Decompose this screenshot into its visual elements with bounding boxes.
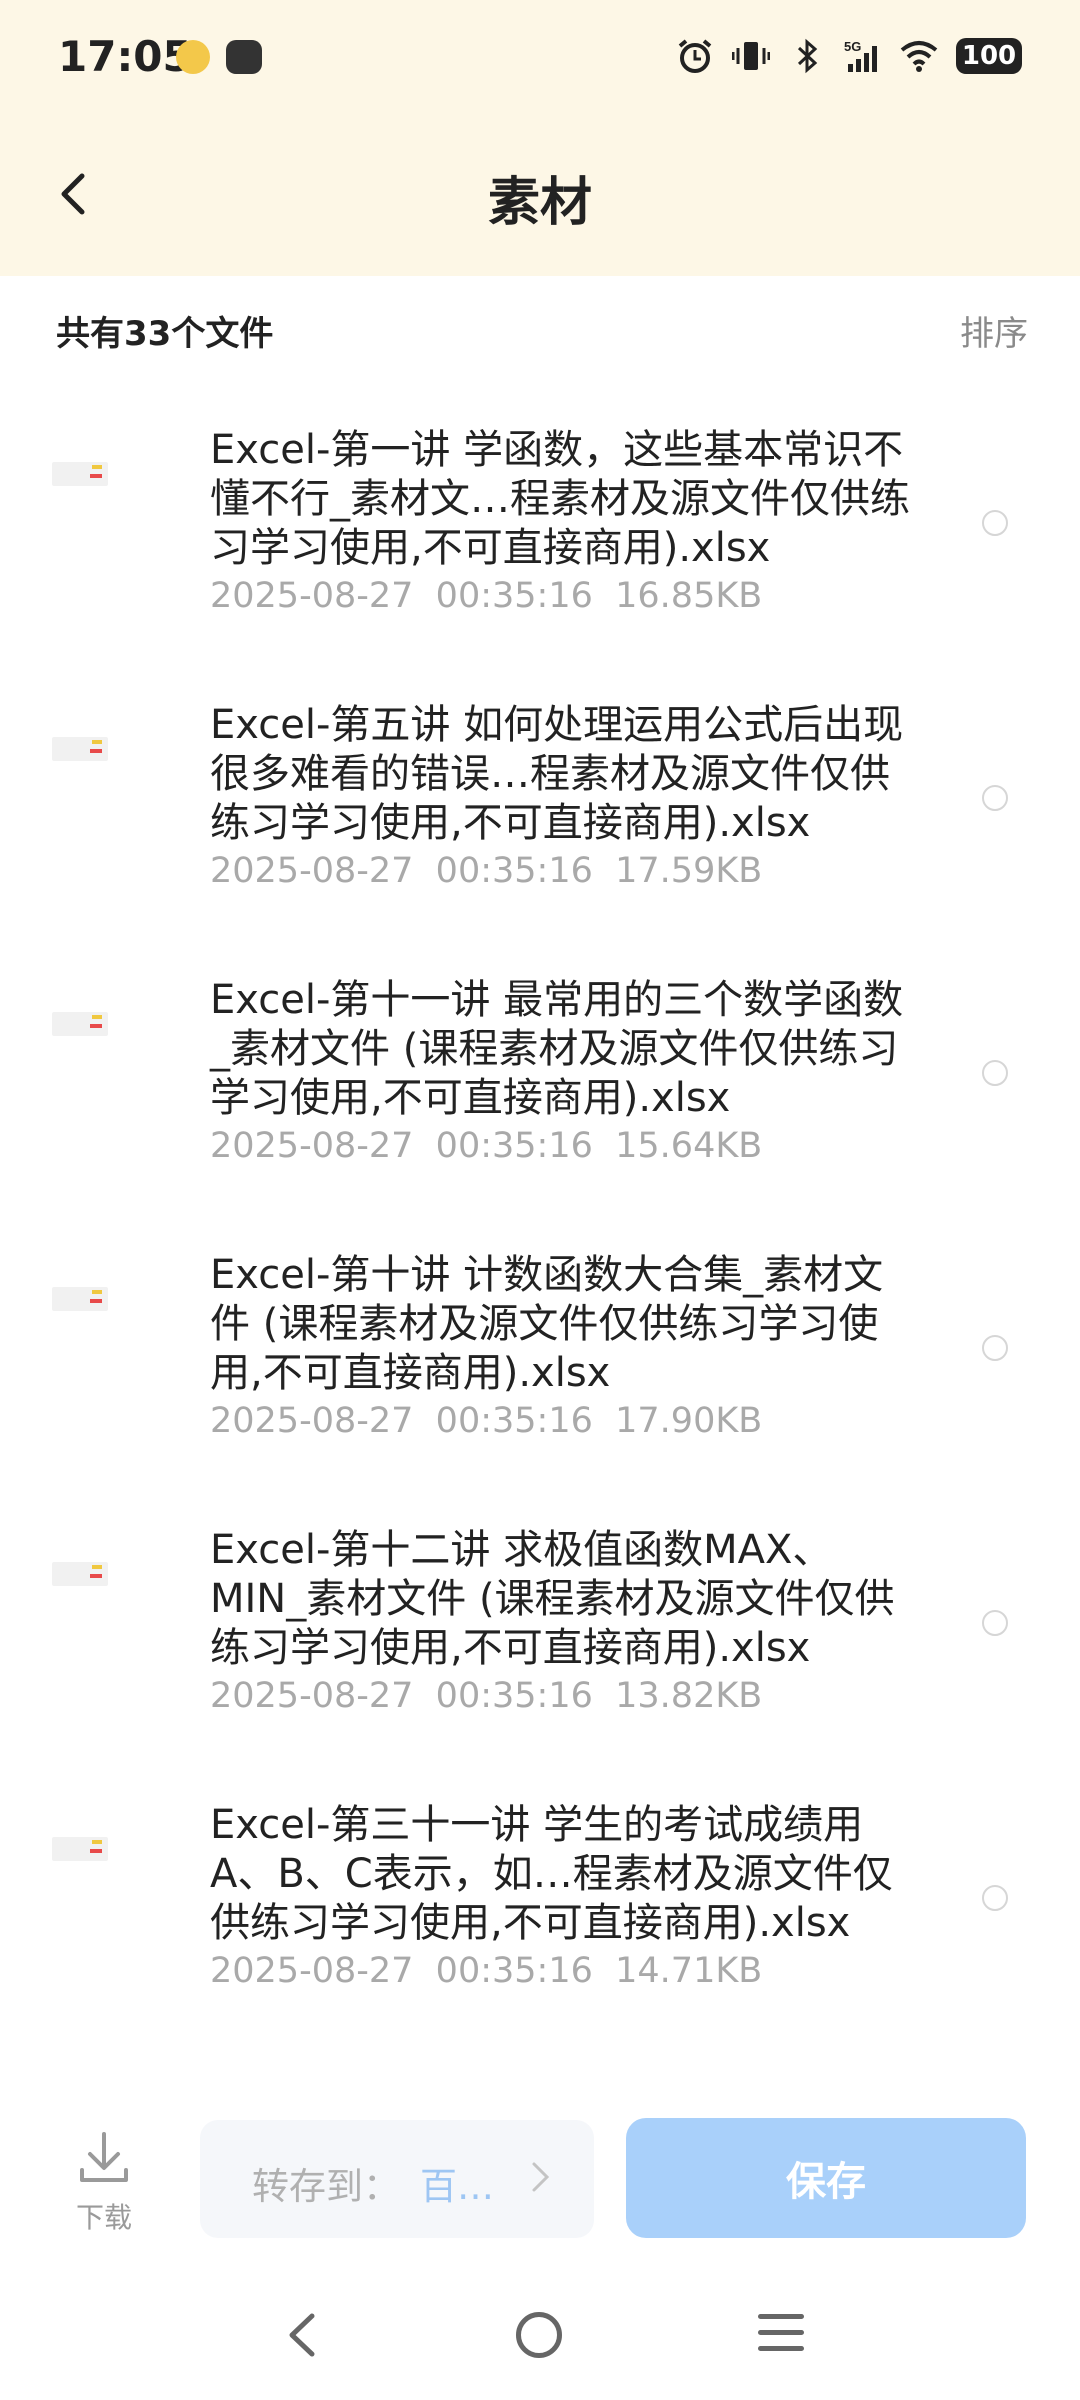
bluetooth-icon: [797, 38, 818, 74]
file-thumbnail: [52, 1287, 108, 1311]
alarm-icon: [678, 39, 712, 73]
wifi-icon: [900, 41, 938, 72]
app-header: 素材: [0, 120, 1080, 276]
system-nav-bar: [0, 2270, 1080, 2400]
file-item[interactable]: Excel-第三十一讲 学生的考试成绩用A、B、C表示，如…程素材及源文件仅供练…: [0, 1775, 1080, 2050]
file-size: 17.59KB: [615, 851, 763, 891]
bottom-action-bar: 下载 转存到： 百… 保存: [0, 2100, 1080, 2250]
download-button[interactable]: 下载: [64, 2128, 144, 2236]
transfer-to-selector[interactable]: 转存到： 百…: [200, 2120, 594, 2238]
status-time: 17:05: [58, 32, 192, 81]
file-size: 15.64KB: [615, 1126, 763, 1166]
file-size: 14.71KB: [615, 1951, 763, 1991]
select-radio[interactable]: [982, 1610, 1008, 1636]
file-meta: 2025-08-27 00:35:16 15.64KB: [210, 1126, 762, 1166]
save-button[interactable]: 保存: [626, 2118, 1026, 2238]
file-item[interactable]: Excel-第五讲 如何处理运用公式后出现很多难看的错误…程素材及源文件仅供练习…: [0, 675, 1080, 950]
nav-menu-icon[interactable]: [758, 2314, 804, 2352]
file-date: 2025-08-27: [210, 1676, 414, 1716]
nav-back-icon[interactable]: [282, 2310, 322, 2360]
download-label: 下载: [75, 2201, 132, 2234]
file-time: 00:35:16: [435, 1676, 593, 1716]
file-time: 00:35:16: [435, 576, 593, 616]
chevron-right-icon: [532, 2162, 550, 2192]
file-time: 00:35:16: [435, 851, 593, 891]
status-icons: 5G 100: [676, 34, 1022, 78]
select-radio[interactable]: [982, 510, 1008, 536]
select-radio[interactable]: [982, 785, 1008, 811]
svg-text:5G: 5G: [844, 39, 861, 54]
signal-5g-icon: 5G: [844, 39, 877, 72]
file-item[interactable]: Excel-第一讲 学函数，这些基本常识不懂不行_素材文…程素材及源文件仅供练习…: [0, 400, 1080, 675]
file-thumbnail: [52, 1012, 108, 1036]
file-meta: 2025-08-27 00:35:16 16.85KB: [210, 576, 762, 616]
file-name: Excel-第十一讲 最常用的三个数学函数_素材文件 (课程素材及源文件仅供练习…: [210, 977, 904, 1121]
app-notification-icon: [226, 40, 262, 74]
page-title: 素材: [487, 173, 592, 233]
file-date: 2025-08-27: [210, 1401, 414, 1441]
file-item[interactable]: Excel-第十一讲 最常用的三个数学函数_素材文件 (课程素材及源文件仅供练习…: [0, 950, 1080, 1225]
file-name: Excel-第五讲 如何处理运用公式后出现很多难看的错误…程素材及源文件仅供练习…: [210, 702, 904, 846]
transfer-label: 转存到：: [252, 2165, 400, 2208]
file-name: Excel-第一讲 学函数，这些基本常识不懂不行_素材文…程素材及源文件仅供练习…: [210, 427, 910, 571]
file-date: 2025-08-27: [210, 851, 414, 891]
file-size: 13.82KB: [615, 1676, 763, 1716]
battery-indicator: 100: [956, 38, 1022, 74]
file-meta: 2025-08-27 00:35:16 17.59KB: [210, 851, 762, 891]
sort-button[interactable]: 排序: [960, 306, 1028, 355]
file-name: Excel-第十二讲 求极值函数MAX、MIN_素材文件 (课程素材及源文件仅供…: [210, 1527, 895, 1671]
file-size: 16.85KB: [615, 576, 763, 616]
file-thumbnail: [52, 1562, 108, 1586]
file-size: 17.90KB: [615, 1401, 763, 1441]
file-meta: 2025-08-27 00:35:16 17.90KB: [210, 1401, 762, 1441]
file-time: 00:35:16: [435, 1951, 593, 1991]
file-item[interactable]: Excel-第十二讲 求极值函数MAX、MIN_素材文件 (课程素材及源文件仅供…: [0, 1500, 1080, 1775]
nav-home-icon[interactable]: [516, 2312, 562, 2358]
file-name: Excel-第三十一讲 学生的考试成绩用A、B、C表示，如…程素材及源文件仅供练…: [210, 1802, 893, 1946]
file-meta: 2025-08-27 00:35:16 13.82KB: [210, 1676, 762, 1716]
select-radio[interactable]: [982, 1885, 1008, 1911]
file-date: 2025-08-27: [210, 1951, 414, 1991]
file-meta: 2025-08-27 00:35:16 14.71KB: [210, 1951, 762, 1991]
file-date: 2025-08-27: [210, 1126, 414, 1166]
file-count: 共有33个文件: [56, 314, 274, 354]
file-thumbnail: [52, 462, 108, 486]
notification-icon: [176, 40, 210, 74]
file-name: Excel-第十讲 计数函数大合集_素材文件 (课程素材及源文件仅供练习学习使用…: [210, 1252, 884, 1396]
file-time: 00:35:16: [435, 1401, 593, 1441]
transfer-target: 百…: [420, 2165, 494, 2208]
file-thumbnail: [52, 737, 108, 761]
file-time: 00:35:16: [435, 1126, 593, 1166]
file-date: 2025-08-27: [210, 576, 414, 616]
file-list: Excel-第一讲 学函数，这些基本常识不懂不行_素材文…程素材及源文件仅供练习…: [0, 400, 1080, 2050]
file-item[interactable]: Excel-第十讲 计数函数大合集_素材文件 (课程素材及源文件仅供练习学习使用…: [0, 1225, 1080, 1500]
vibrate-icon: [732, 42, 770, 70]
status-bar: 17:05 5G 100: [0, 0, 1080, 120]
download-icon: [80, 2132, 128, 2182]
select-radio[interactable]: [982, 1060, 1008, 1086]
select-radio[interactable]: [982, 1335, 1008, 1361]
file-thumbnail: [52, 1837, 108, 1861]
